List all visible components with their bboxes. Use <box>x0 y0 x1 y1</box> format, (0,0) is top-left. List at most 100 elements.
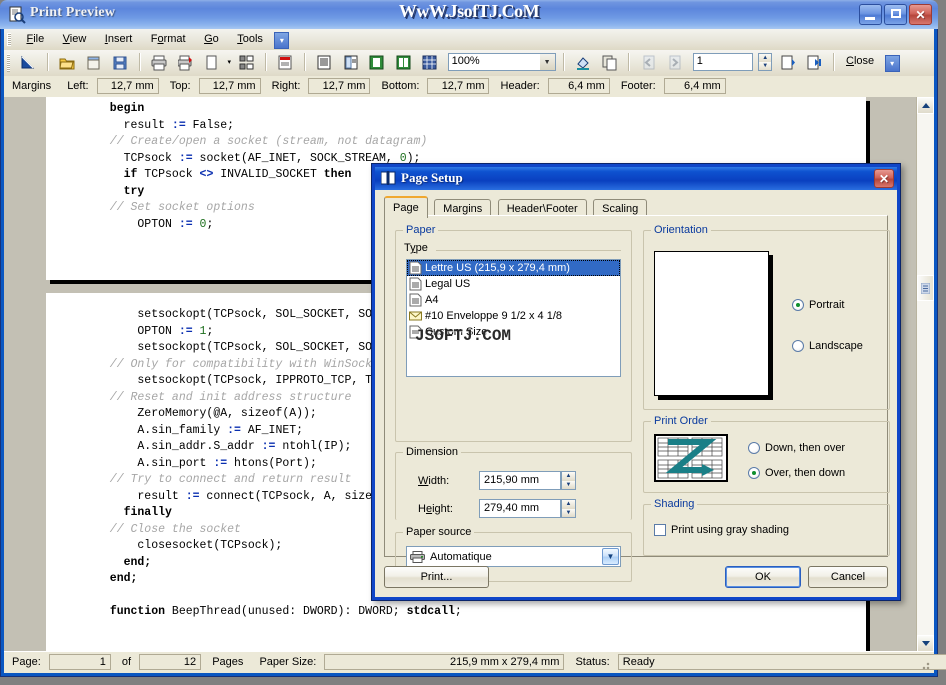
ok-button[interactable]: OK <box>725 566 801 588</box>
margin-right-input[interactable]: 12,7 mm <box>308 78 370 94</box>
list-item[interactable]: Legal US <box>407 276 620 292</box>
status-pages-label: Pages <box>204 652 248 668</box>
margin-footer-input[interactable]: 6,4 mm <box>664 78 726 94</box>
scroll-up-icon[interactable] <box>917 97 934 114</box>
margin-top-input[interactable]: 12,7 mm <box>199 78 261 94</box>
background-color-icon[interactable] <box>572 52 594 74</box>
paper-type-list[interactable]: Lettre US (215,9 x 279,4 mm) Legal US <box>406 259 621 377</box>
print-button[interactable]: Print... <box>384 566 489 588</box>
status-bar: Page: 1 of 12 Pages Paper Size: 215,9 mm… <box>4 651 934 673</box>
status-total-pages-value[interactable]: 12 <box>139 654 201 670</box>
close-preview-button[interactable]: Close <box>846 55 874 67</box>
list-item[interactable]: #10 Enveloppe 9 1/2 x 4 1/8 <box>407 308 620 324</box>
radio-down-then-over[interactable]: Down, then over <box>748 442 845 454</box>
first-page-icon[interactable] <box>777 52 799 74</box>
checkbox-gray-shading-label: Print using gray shading <box>671 524 789 536</box>
chevron-down-icon[interactable]: ▼ <box>602 548 619 565</box>
menu-format[interactable]: Format <box>144 30 193 47</box>
menu-tools[interactable]: Tools <box>230 30 270 47</box>
scrollbar-thumb[interactable] <box>917 275 934 301</box>
ok-button-label: OK <box>755 571 771 583</box>
tab-page[interactable]: Page <box>384 196 428 218</box>
status-status-value: Ready <box>618 654 946 670</box>
margin-left-input[interactable]: 12,7 mm <box>97 78 159 94</box>
preview-vertical-scrollbar[interactable] <box>916 97 934 652</box>
thumbnails-icon[interactable] <box>236 52 258 74</box>
last-page-icon[interactable] <box>803 52 825 74</box>
paper-source-value: Automatique <box>430 551 492 563</box>
dialog-body: Page Margins Header\Footer Scaling Paper… <box>375 190 897 597</box>
menu-file[interactable]: File <box>19 30 51 47</box>
one-page-icon[interactable] <box>313 52 335 74</box>
height-spinner[interactable]: ▲ ▼ <box>561 499 576 518</box>
radio-landscape[interactable]: Landscape <box>792 340 863 352</box>
margin-header-input[interactable]: 6,4 mm <box>548 78 610 94</box>
multi-page-right-icon[interactable] <box>393 52 415 74</box>
prev-page-icon[interactable] <box>638 52 660 74</box>
menu-view[interactable]: View <box>56 30 94 47</box>
zoom-combobox[interactable]: 100% ▼ <box>448 53 556 71</box>
margin-header-label: Header: <box>493 76 545 92</box>
spinner-down-icon[interactable]: ▼ <box>759 62 771 70</box>
page-setup-icon[interactable] <box>17 52 39 74</box>
quick-print-icon[interactable] <box>175 52 197 74</box>
toolbar-separator <box>628 53 630 71</box>
cancel-button[interactable]: Cancel <box>808 566 888 588</box>
orientation-dropdown-arrow-icon[interactable]: ▾ <box>228 58 232 66</box>
page-number-input[interactable]: 1 <box>693 53 753 71</box>
minimize-button[interactable] <box>859 4 882 25</box>
maximize-button[interactable] <box>884 4 907 25</box>
status-page-value[interactable]: 1 <box>49 654 111 670</box>
toolbar-separator <box>47 53 49 71</box>
spinner-up-icon[interactable]: ▲ <box>562 472 575 481</box>
list-item[interactable]: A4 <box>407 292 620 308</box>
page-orientation-icon[interactable] <box>201 52 223 74</box>
radio-portrait[interactable]: Portrait <box>792 299 844 311</box>
margins-bar: Margins Left: 12,7 mm Top: 12,7 mm Right… <box>4 76 934 98</box>
status-of-label: of <box>114 652 136 668</box>
next-page-icon[interactable] <box>664 52 686 74</box>
dialog-tabs: Page Margins Header\Footer Scaling <box>384 196 649 215</box>
dialog-close-button[interactable]: ✕ <box>874 169 894 188</box>
print-preview-window: Print Preview WwW.JsofTJ.CoM ✕ File View… <box>0 0 946 685</box>
spinner-up-icon[interactable]: ▲ <box>759 54 771 62</box>
status-paper-size-value: 215,9 mm x 279,4 mm <box>324 654 564 670</box>
chevron-down-icon[interactable]: ▼ <box>539 54 555 70</box>
paper-source-combobox[interactable]: Automatique ▼ <box>406 546 621 567</box>
print-order-group-label: Print Order <box>651 415 711 427</box>
list-item-label: #10 Enveloppe 9 1/2 x 4 1/8 <box>425 308 562 324</box>
menu-insert[interactable]: Insert <box>98 30 140 47</box>
menu-bar: File View Insert Format Go Tools ▾ <box>4 29 934 51</box>
copy-page-icon[interactable] <box>599 52 621 74</box>
resize-grip-icon[interactable] <box>919 659 931 671</box>
height-input[interactable]: 279,40 mm <box>479 499 561 518</box>
header-footer-icon[interactable] <box>274 52 296 74</box>
save-icon[interactable] <box>109 52 131 74</box>
margin-bottom-input[interactable]: 12,7 mm <box>427 78 489 94</box>
menu-overflow-icon[interactable]: ▾ <box>274 32 289 49</box>
width-spinner[interactable]: ▲ ▼ <box>561 471 576 490</box>
radio-over-then-down[interactable]: Over, then down <box>748 467 845 479</box>
grid-icon[interactable] <box>419 52 441 74</box>
new-icon[interactable] <box>83 52 105 74</box>
scroll-down-icon[interactable] <box>917 635 934 652</box>
toolbar-grip[interactable] <box>7 54 10 72</box>
toolbar-overflow-icon[interactable]: ▾ <box>885 55 900 72</box>
list-item[interactable]: Lettre US (215,9 x 279,4 mm) <box>407 260 620 276</box>
checkbox-gray-shading[interactable]: Print using gray shading <box>654 524 789 536</box>
open-icon[interactable] <box>56 52 78 74</box>
close-button[interactable]: ✕ <box>909 4 932 25</box>
width-input[interactable]: 215,90 mm <box>479 471 561 490</box>
dialog-title: Page Setup <box>401 170 463 186</box>
radio-indicator <box>792 340 804 352</box>
facing-pages-icon[interactable] <box>340 52 362 74</box>
spinner-down-icon[interactable]: ▼ <box>562 481 575 490</box>
multi-page-left-icon[interactable] <box>366 52 388 74</box>
spinner-up-icon[interactable]: ▲ <box>562 500 575 509</box>
menu-go[interactable]: Go <box>197 30 226 47</box>
page-number-spinner[interactable]: ▲ ▼ <box>758 53 772 71</box>
menubar-grip[interactable] <box>7 33 11 46</box>
print-icon[interactable] <box>148 52 170 74</box>
status-page-label: Page: <box>4 652 46 668</box>
spinner-down-icon[interactable]: ▼ <box>562 509 575 518</box>
